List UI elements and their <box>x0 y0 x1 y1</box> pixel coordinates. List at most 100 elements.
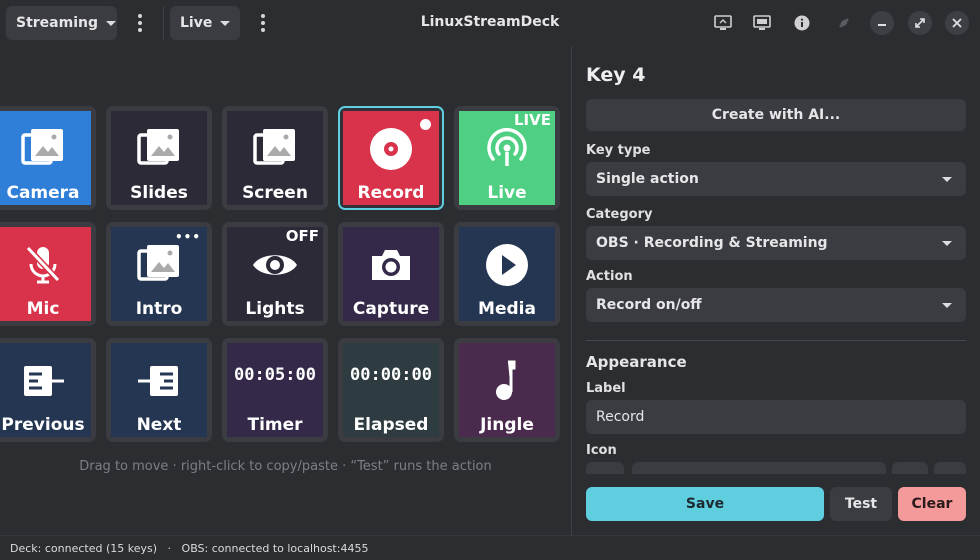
key-face: Previous <box>0 343 91 437</box>
key-face: Capture <box>343 227 439 321</box>
deck-key-media[interactable]: Media <box>454 222 560 326</box>
action-select[interactable]: Record on/off <box>586 288 966 322</box>
status-bar: Deck: connected (15 keys) · OBS: connect… <box>0 535 980 560</box>
deck-key-previous[interactable]: Previous <box>0 338 96 442</box>
category-value: OBS · Recording & Streaming <box>596 235 828 251</box>
record-disc-icon <box>368 125 414 173</box>
save-button[interactable]: Save <box>586 487 824 521</box>
broadcast-icon <box>484 125 530 173</box>
status-text: Deck: connected (15 keys) · OBS: connect… <box>10 542 368 555</box>
action-value: Record on/off <box>596 297 702 313</box>
deck-key-screen[interactable]: Screen <box>222 106 328 210</box>
maximize-icon <box>915 18 925 28</box>
chevron-down-icon <box>220 20 231 26</box>
status-dot-icon <box>420 119 431 130</box>
screen-icon[interactable] <box>751 12 773 34</box>
profile-dropdown[interactable]: Streaming <box>6 6 117 40</box>
chevron-down-icon <box>942 241 952 246</box>
key-label: Live <box>487 183 527 203</box>
key-value: 00:00:00 <box>350 365 432 385</box>
create-with-ai-button[interactable]: Create with AI... <box>586 99 966 131</box>
next-icon <box>136 357 182 405</box>
deck-key-slides[interactable]: Slides <box>106 106 212 210</box>
key-label: Screen <box>242 183 308 203</box>
label-input[interactable] <box>586 400 966 434</box>
minimize-button[interactable] <box>870 11 894 35</box>
deck-key-live[interactable]: LIVE Live <box>454 106 560 210</box>
info-icon[interactable] <box>791 12 813 34</box>
icon-picker-item[interactable] <box>892 462 928 474</box>
image-icon <box>252 125 298 173</box>
key-label: Elapsed <box>353 415 429 435</box>
key-type-select[interactable]: Single action <box>586 162 966 196</box>
deck-key-timer[interactable]: 00:05:00 Timer <box>222 338 328 442</box>
deck-key-next[interactable]: Next <box>106 338 212 442</box>
key-face: OFF Lights <box>227 227 323 321</box>
camera-icon <box>368 241 414 289</box>
key-label: Media <box>478 299 536 319</box>
page-dropdown[interactable]: Live <box>170 6 240 40</box>
image-icon <box>20 125 66 173</box>
key-type-value: Single action <box>596 171 699 187</box>
profile-dropdown-label: Streaming <box>16 15 98 31</box>
category-select[interactable]: OBS · Recording & Streaming <box>586 226 966 260</box>
plug-icon[interactable] <box>833 12 855 34</box>
key-label: Capture <box>352 299 430 319</box>
deck-key-capture[interactable]: Capture <box>338 222 444 326</box>
image-icon <box>136 125 182 173</box>
key-label: Slides <box>130 183 188 203</box>
key-badge: LIVE <box>514 111 551 129</box>
page-menu-icon[interactable] <box>257 12 269 34</box>
key-grid-panel: Camera Slides Screen Record LIVE Live Mic ••• In… <box>0 46 571 535</box>
obs-status: OBS: connected to localhost:4455 <box>181 542 369 555</box>
monitor-icon[interactable] <box>712 12 734 34</box>
page-dropdown-label: Live <box>180 15 213 31</box>
label-field-label: Label <box>586 381 626 396</box>
key-editor-panel: Key 4 Create with AI... Key type Single … <box>572 46 980 535</box>
maximize-button[interactable] <box>908 11 932 35</box>
icon-picker-field[interactable] <box>632 462 886 474</box>
chevron-down-icon <box>106 20 116 26</box>
close-button[interactable] <box>945 11 969 35</box>
deck-key-camera[interactable]: Camera <box>0 106 96 210</box>
key-face: Mic <box>0 227 91 321</box>
title-bar: Streaming Live LinuxStreamDeck <box>0 0 980 46</box>
key-label: Jingle <box>480 415 534 435</box>
key-label: Mic <box>26 299 60 319</box>
key-label: Next <box>136 415 182 435</box>
key-label: Camera <box>6 183 80 203</box>
icon-picker-item[interactable] <box>586 462 624 474</box>
key-face: Screen <box>227 111 323 205</box>
key-label: Lights <box>245 299 305 319</box>
key-face: Next <box>111 343 207 437</box>
hint-text: Drag to move · right-click to copy/paste… <box>79 459 492 474</box>
test-button[interactable]: Test <box>830 487 892 521</box>
icon-picker-item[interactable] <box>934 462 966 474</box>
key-type-label: Key type <box>586 143 651 158</box>
divider <box>586 340 966 341</box>
close-icon <box>952 18 962 28</box>
icon-picker[interactable] <box>586 462 966 474</box>
deck-key-mic[interactable]: Mic <box>0 222 96 326</box>
key-face: LIVE Live <box>459 111 555 205</box>
profile-menu-icon[interactable] <box>134 12 146 34</box>
editor-title: Key 4 <box>586 64 646 86</box>
key-face: Record <box>343 111 439 205</box>
deck-key-record[interactable]: Record <box>338 106 444 210</box>
eye-icon <box>251 241 299 289</box>
key-label: Timer <box>247 415 303 435</box>
icon-field-label: Icon <box>586 443 617 458</box>
deck-key-jingle[interactable]: Jingle <box>454 338 560 442</box>
key-face: Jingle <box>459 343 555 437</box>
key-label: Previous <box>1 415 85 435</box>
key-face: 00:00:00 Elapsed <box>343 343 439 437</box>
key-label: Intro <box>135 299 183 319</box>
appearance-heading: Appearance <box>586 353 687 371</box>
previous-icon <box>20 357 66 405</box>
deck-key-lights[interactable]: OFF Lights <box>222 222 328 326</box>
deck-key-elapsed[interactable]: 00:00:00 Elapsed <box>338 338 444 442</box>
chevron-down-icon <box>942 177 952 182</box>
clear-button[interactable]: Clear <box>898 487 966 521</box>
key-label: Record <box>357 183 425 203</box>
deck-key-intro[interactable]: ••• Intro <box>106 222 212 326</box>
